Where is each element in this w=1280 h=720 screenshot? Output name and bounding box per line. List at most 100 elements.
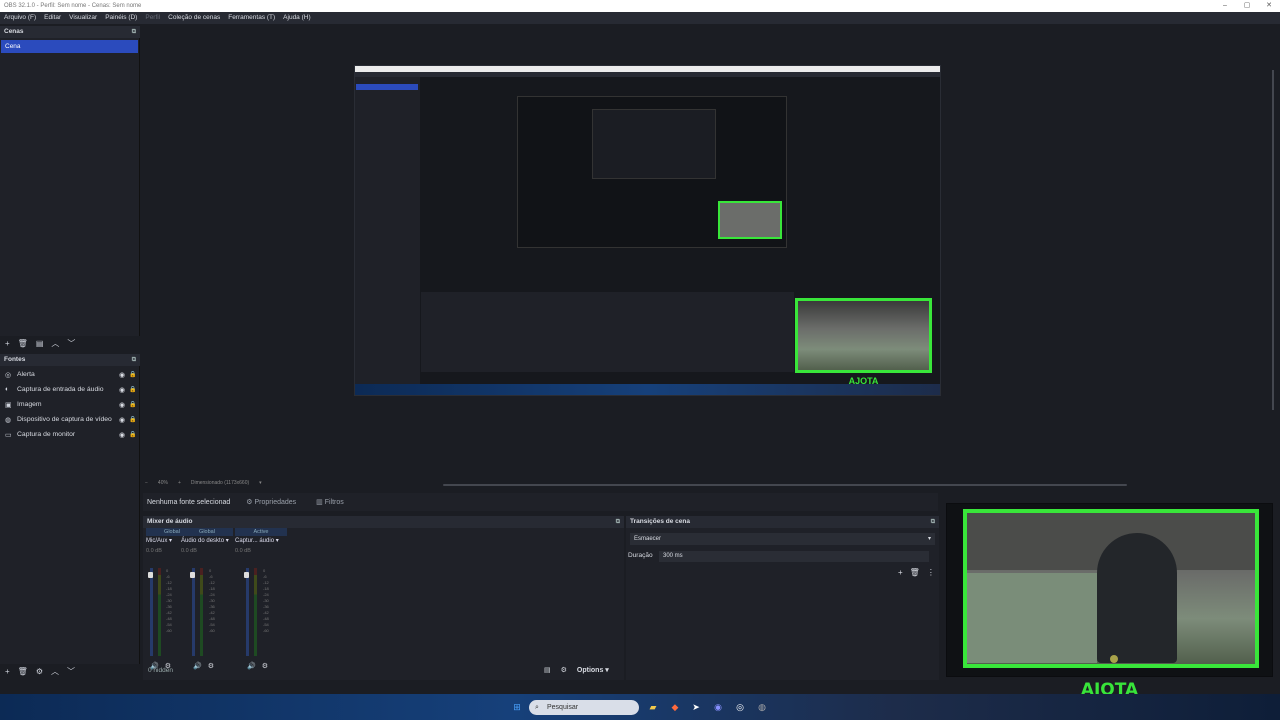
mixer-layout-icon[interactable]: ▤ [544, 666, 551, 674]
menu-perfil[interactable]: Perfil [145, 12, 160, 24]
channel-tag: Global [181, 528, 233, 536]
undock-icon[interactable]: ⧉ [132, 26, 136, 38]
visibility-eye-icon[interactable]: ◉ [119, 416, 129, 424]
properties-label: Propriedades [254, 499, 297, 506]
meter-ticks: 0 -6 -12 -18 -24 -30 -36 -42 -48 -54 -60 [263, 568, 269, 633]
discord-icon[interactable]: ◉ [712, 701, 724, 713]
scenes-toolbar: + 🗑 ▤ ︿ ﹀ [5, 337, 75, 349]
webcam-frame [963, 509, 1259, 668]
advanced-audio-icon[interactable]: ⚙ [561, 666, 567, 674]
channel-name[interactable]: Captur... áudio ▾ [235, 536, 287, 546]
steam-icon[interactable]: ◎ [734, 701, 746, 713]
folder-icon[interactable]: ▰ [647, 701, 659, 713]
channel-tag: Active [235, 528, 287, 536]
preview-horizontal-scrollbar[interactable] [443, 484, 1127, 486]
chevron-down-icon: ▾ [927, 536, 931, 542]
undock-icon[interactable]: ⧉ [132, 354, 136, 366]
source-item[interactable]: ▭ Captura de monitor ◉ 🔒 [0, 427, 139, 442]
hidden-count: 0 hidden [148, 667, 173, 674]
source-item[interactable]: ▣ Imagem ◉ 🔒 [0, 397, 139, 412]
move-down-icon[interactable]: ﹀ [67, 666, 75, 677]
visibility-eye-icon[interactable]: ◉ [119, 431, 129, 439]
scene-filters-icon[interactable]: ▤ [36, 339, 44, 348]
lock-icon[interactable]: 🔒 [129, 371, 139, 378]
speaker-icon[interactable]: 🔊 [247, 662, 256, 670]
source-label: Dispositivo de captura de vídeo [17, 416, 112, 423]
close-icon[interactable]: ✕ [1258, 0, 1280, 12]
move-down-icon[interactable]: ﹀ [67, 338, 75, 349]
menu-visualizar[interactable]: Visualizar [69, 12, 97, 24]
chevron-down-icon[interactable]: ▾ [259, 480, 262, 490]
visibility-eye-icon[interactable]: ◉ [119, 401, 129, 409]
menu-colecao-cenas[interactable]: Coleção de cenas [168, 12, 220, 24]
zoom-out-icon[interactable]: − [145, 480, 148, 490]
globe-icon: ◎ [5, 371, 12, 379]
channel-name[interactable]: Áudio do deskto ▾ [181, 536, 233, 546]
source-item[interactable]: ◐ Captura de entrada de áudio ◉ 🔒 [0, 382, 139, 397]
add-scene-icon[interactable]: + [5, 339, 10, 348]
properties-button[interactable]: ⚙ Propriedades [242, 498, 300, 506]
volume-fader[interactable] [148, 572, 153, 578]
zoom-in-icon[interactable]: + [178, 480, 181, 490]
menu-arquivo[interactable]: Arquivo (F) [4, 12, 36, 24]
lock-icon[interactable]: 🔒 [129, 416, 139, 423]
cam-indicator [1110, 655, 1118, 663]
windows-start-icon[interactable]: ⊞ [511, 701, 523, 713]
scale-mode[interactable]: Dimensionado (1173x660) [191, 480, 249, 490]
volume-fader[interactable] [190, 572, 195, 578]
source-item[interactable]: ◎ Alerta ◉ 🔒 [0, 367, 139, 382]
preview-canvas[interactable]: AJOTA [354, 65, 941, 396]
nested-scenes-panel [355, 77, 420, 395]
nested-transitions [641, 302, 789, 372]
scenes-header: Cenas ⧉ [0, 26, 140, 38]
more-icon[interactable]: ⋮ [927, 568, 935, 577]
no-source-label: Nenhuma fonte selecionad [147, 498, 231, 506]
add-source-icon[interactable]: + [5, 667, 10, 676]
channel-settings-icon[interactable]: ⚙ [262, 662, 268, 670]
scene-item[interactable]: Cena [1, 40, 138, 53]
channel-db: 0.0 dB [181, 548, 197, 554]
lock-icon[interactable]: 🔒 [129, 386, 139, 393]
search-placeholder: Pesquisar [547, 704, 579, 711]
remove-transition-icon[interactable]: 🗑 [910, 568, 920, 577]
menu-ajuda[interactable]: Ajuda (H) [283, 12, 310, 24]
mixer-header: Mixer de áudio ⧉ [143, 516, 624, 528]
volume-fader[interactable] [244, 572, 249, 578]
brave-icon[interactable]: ◆ [669, 701, 681, 713]
menu-editar[interactable]: Editar [44, 12, 61, 24]
duration-label: Duração [628, 552, 653, 559]
channel-settings-icon[interactable]: ⚙ [208, 662, 214, 670]
arrow-app-icon[interactable]: ➤ [690, 701, 702, 713]
duration-input[interactable]: 300 ms [659, 551, 929, 562]
transitions-title: Transições de cena [630, 518, 690, 525]
undock-icon[interactable]: ⧉ [616, 516, 620, 528]
filters-button[interactable]: ▥ Filtros [312, 498, 348, 506]
source-label: Captura de monitor [17, 431, 76, 438]
menu-paineis[interactable]: Painéis (D) [105, 12, 137, 24]
options-button[interactable]: Options ▾ [577, 666, 609, 674]
visibility-eye-icon[interactable]: ◉ [119, 386, 129, 394]
transition-selected: Esmaecer [634, 536, 662, 542]
menu-ferramentas[interactable]: Ferramentas (T) [228, 12, 275, 24]
minimize-icon[interactable]: – [1214, 0, 1236, 12]
obs-icon[interactable]: ◍ [756, 701, 768, 713]
lock-icon[interactable]: 🔒 [129, 401, 139, 408]
lock-icon[interactable]: 🔒 [129, 431, 139, 438]
add-transition-icon[interactable]: + [898, 568, 903, 577]
remove-scene-icon[interactable]: 🗑 [18, 339, 28, 348]
move-up-icon[interactable]: ︿ [51, 666, 59, 677]
source-item[interactable]: ◍ Dispositivo de captura de vídeo ◉ 🔒 [0, 412, 139, 427]
meter-ticks: 0 -6 -12 -18 -24 -30 -36 -42 -48 -54 -60 [166, 568, 172, 633]
transition-select[interactable]: Esmaecer ▾ [630, 533, 935, 545]
visibility-eye-icon[interactable]: ◉ [119, 371, 129, 379]
taskbar [0, 694, 1280, 720]
source-settings-icon[interactable]: ⚙ [36, 667, 43, 676]
undock-icon[interactable]: ⧉ [931, 516, 935, 528]
preview-vertical-scrollbar[interactable] [1272, 70, 1274, 410]
move-up-icon[interactable]: ︿ [51, 338, 59, 349]
image-icon: ▣ [5, 401, 12, 409]
speaker-icon[interactable]: 🔊 [193, 662, 202, 670]
taskbar-search[interactable]: ⌕ Pesquisar [529, 700, 639, 715]
maximize-icon[interactable]: ▢ [1236, 0, 1258, 12]
remove-source-icon[interactable]: 🗑 [18, 667, 28, 676]
